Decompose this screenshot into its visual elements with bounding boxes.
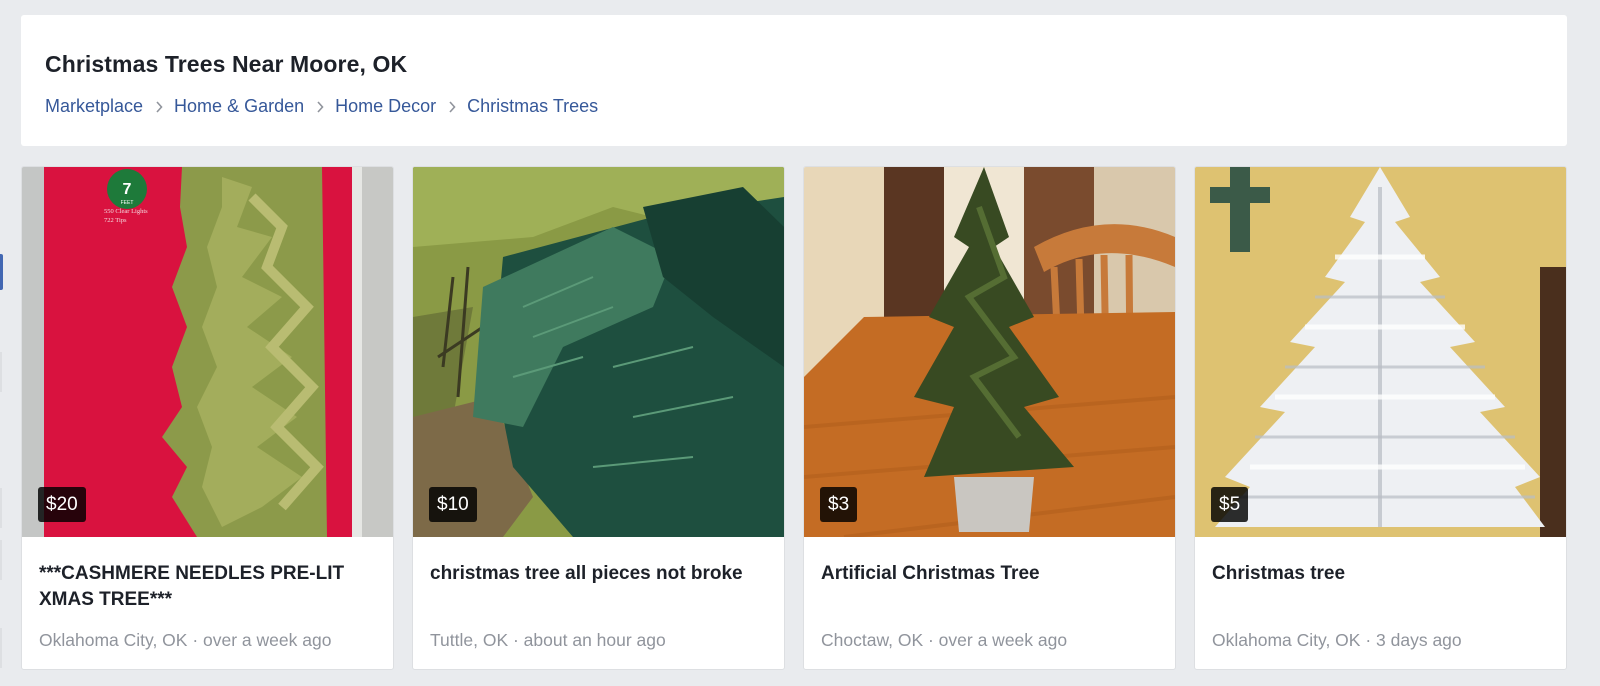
breadcrumb-christmas-trees[interactable]: Christmas Trees	[467, 96, 598, 117]
listing-photo-small-tree-on-table[interactable]	[804, 167, 1175, 537]
marketplace-header: Christmas Trees Near Moore, OK Marketpla…	[21, 15, 1567, 146]
listing-location-time: Choctaw, OK · over a week ago	[821, 630, 1068, 650]
svg-text:7: 7	[123, 181, 132, 198]
listing-location-time: Oklahoma City, OK · over a week ago	[39, 630, 332, 650]
price-badge: $20	[38, 487, 86, 522]
chevron-right-icon	[304, 100, 335, 113]
listing-title[interactable]: christmas tree all pieces not broke	[430, 561, 770, 587]
breadcrumb: Marketplace Home & Garden Home Decor Chr…	[45, 96, 598, 117]
page-title: Christmas Trees Near Moore, OK	[45, 51, 408, 77]
price-badge: $10	[429, 487, 477, 522]
chevron-right-icon	[143, 100, 174, 113]
svg-text:550 Clear Lights: 550 Clear Lights	[104, 208, 148, 215]
breadcrumb-marketplace[interactable]: Marketplace	[45, 96, 143, 117]
price-badge: $3	[820, 487, 858, 522]
listing-card[interactable]: 7 FEET 550 Clear Lights 722 Tips $20 ***…	[21, 166, 394, 670]
listing-title[interactable]: ***CASHMERE NEEDLES PRE-LIT XMAS TREE***	[39, 561, 379, 613]
sidebar-edge-tick	[0, 352, 2, 392]
sidebar-edge-tick	[0, 540, 2, 580]
left-sidebar-edge	[0, 0, 6, 686]
sidebar-active-indicator	[0, 254, 3, 290]
listing-location-time: Tuttle, OK · about an hour ago	[430, 630, 666, 650]
listing-card[interactable]: $3 Artificial Christmas Tree Choctaw, OK…	[803, 166, 1176, 670]
listing-grid: 7 FEET 550 Clear Lights 722 Tips $20 ***…	[21, 166, 1567, 670]
sidebar-edge-tick	[0, 628, 2, 668]
listing-photo-white-tree[interactable]	[1195, 167, 1566, 537]
price-badge: $5	[1211, 487, 1249, 522]
svg-text:722 Tips: 722 Tips	[104, 217, 127, 224]
sidebar-edge-tick	[0, 488, 2, 528]
listing-title[interactable]: Christmas tree	[1212, 561, 1552, 587]
listing-photo-tree-pieces-on-grass[interactable]	[413, 167, 784, 537]
listing-location-time: Oklahoma City, OK · 3 days ago	[1212, 630, 1462, 650]
listing-photo-boxed-prelit-tree[interactable]: 7 FEET 550 Clear Lights 722 Tips	[22, 167, 393, 537]
breadcrumb-home-garden[interactable]: Home & Garden	[174, 96, 304, 117]
svg-text:FEET: FEET	[121, 200, 134, 206]
listing-card[interactable]: $10 christmas tree all pieces not broke …	[412, 166, 785, 670]
breadcrumb-home-decor[interactable]: Home Decor	[335, 96, 436, 117]
listing-card[interactable]: $5 Christmas tree Oklahoma City, OK · 3 …	[1194, 166, 1567, 670]
chevron-right-icon	[436, 100, 467, 113]
listing-title[interactable]: Artificial Christmas Tree	[821, 561, 1161, 587]
